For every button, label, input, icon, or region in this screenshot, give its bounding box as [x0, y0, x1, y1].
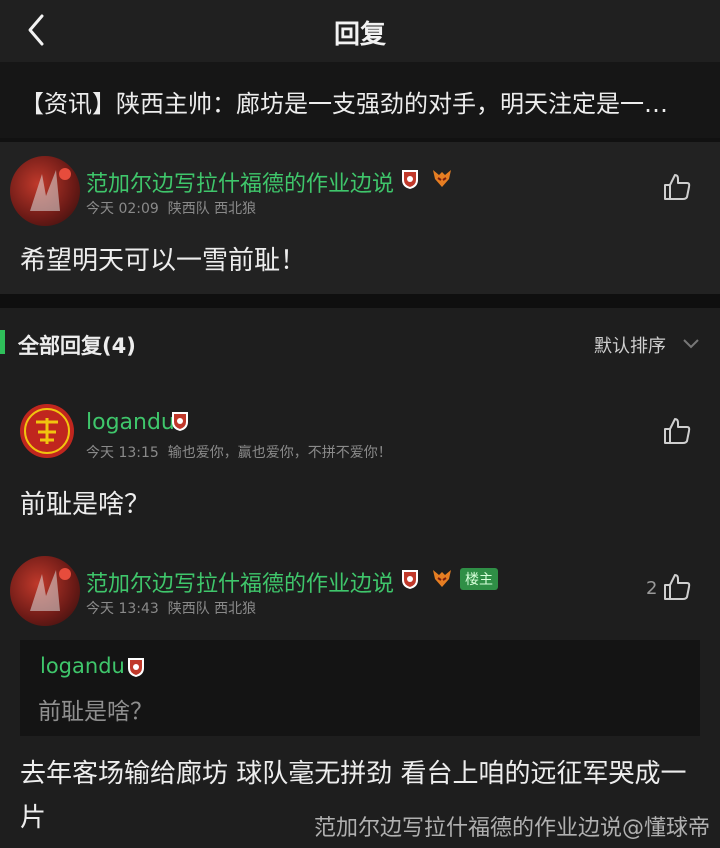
article-link[interactable]: 【资讯】陕西主帅：廊坊是一支强劲的对手，明天注定是一场…	[0, 62, 720, 138]
reply-content: 前耻是啥？	[20, 490, 151, 520]
quote-text: 前耻是啥？	[38, 699, 153, 725]
fan-group: 西北狼	[214, 201, 257, 217]
reply-time: 今天 13:15	[86, 445, 159, 461]
reply-meta: 今天 13:15 输也爱你，赢也爱你，不拼不爱你！	[86, 442, 392, 462]
user-signature: 输也爱你，赢也爱你，不拼不爱你！	[167, 445, 392, 461]
team-shield-icon	[402, 170, 418, 189]
chevron-down-icon[interactable]	[680, 334, 702, 352]
reply-meta: 今天 13:43 陕西队 西北狼	[86, 598, 256, 618]
header-bar: 回复	[0, 0, 720, 62]
like-icon[interactable]	[662, 416, 692, 446]
sort-dropdown[interactable]: 默认排序	[594, 332, 666, 358]
article-title: 【资讯】陕西主帅：廊坊是一支强劲的对手，明天注定是一场…	[20, 90, 690, 118]
host-badge: 楼主	[460, 568, 498, 590]
page-title: 回复	[333, 20, 386, 50]
avatar[interactable]	[20, 404, 74, 458]
team-name: 陕西队	[167, 601, 210, 617]
section-divider	[0, 294, 720, 308]
fan-group: 西北狼	[214, 601, 257, 617]
team-shield-icon	[402, 570, 418, 589]
section-title: 全部回复(4)	[18, 334, 136, 358]
avatar[interactable]	[10, 556, 80, 626]
quoted-reply: logandu 前耻是啥？	[20, 640, 700, 736]
team-name: 陕西队	[167, 201, 210, 217]
reply-time: 今天 13:43	[86, 601, 159, 617]
wolf-badge-icon	[433, 170, 451, 187]
quote-username[interactable]: logandu	[40, 654, 125, 678]
username[interactable]: 范加尔边写拉什福德的作业边说	[86, 166, 394, 198]
wolf-badge-icon	[433, 570, 451, 587]
like-count: 2	[646, 578, 658, 599]
post-meta: 今天 02:09 陕西队 西北狼	[86, 198, 256, 218]
team-shield-icon	[172, 412, 188, 431]
like-icon[interactable]	[662, 572, 692, 602]
post-content: 希望明天可以一雪前耻！	[20, 246, 307, 276]
section-marker	[0, 330, 5, 354]
avatar[interactable]	[10, 156, 80, 226]
like-icon[interactable]	[662, 172, 692, 202]
username[interactable]: 范加尔边写拉什福德的作业边说	[86, 566, 394, 598]
original-post: 范加尔边写拉什福德的作业边说 今天 02:09 陕西队 西北狼 希望明天可以一雪…	[0, 142, 720, 294]
watermark: 范加尔边写拉什福德的作业边说@懂球帝	[313, 816, 710, 841]
username[interactable]: logandu	[86, 410, 175, 435]
team-shield-icon	[128, 658, 144, 677]
post-time: 今天 02:09	[86, 201, 159, 217]
